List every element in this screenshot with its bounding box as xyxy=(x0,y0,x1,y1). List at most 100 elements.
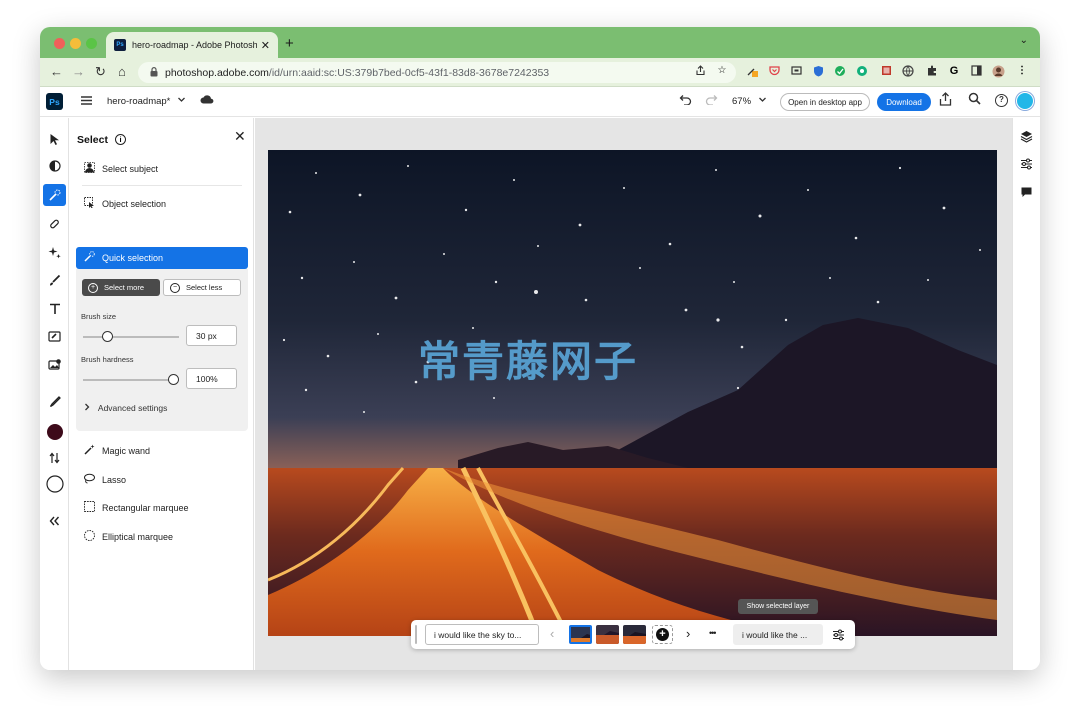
road-at-dusk-image xyxy=(268,150,997,636)
book-icon[interactable] xyxy=(880,65,892,77)
zoom-level[interactable]: 67% xyxy=(732,96,751,107)
lasso-item[interactable]: Lasso xyxy=(76,469,248,490)
variation-thumbnail[interactable] xyxy=(569,625,592,644)
quick-selection-item[interactable]: Quick selection xyxy=(76,247,248,269)
chevron-down-icon[interactable] xyxy=(177,95,186,106)
object-selection-label: Object selection xyxy=(102,198,167,209)
brush-hardness-slider[interactable] xyxy=(83,374,179,385)
move-tool-icon[interactable] xyxy=(43,128,66,150)
advanced-settings-toggle[interactable]: Advanced settings xyxy=(84,403,167,413)
globe-icon[interactable] xyxy=(902,65,914,77)
layer-prompt-chip[interactable]: i would like the ... xyxy=(733,624,823,645)
divider xyxy=(82,185,242,186)
close-panel-icon[interactable]: ✕ xyxy=(234,128,246,145)
healing-brush-icon[interactable] xyxy=(43,212,66,234)
home-button[interactable]: ⌂ xyxy=(118,64,126,79)
object-selection-item[interactable]: Object selection xyxy=(76,193,248,214)
share-page-icon[interactable] xyxy=(694,65,706,77)
magic-wand-item[interactable]: Magic wand xyxy=(76,440,248,461)
brush-tool-icon[interactable] xyxy=(43,269,66,291)
add-image-icon[interactable] xyxy=(43,354,66,376)
tab-search-chevron-icon[interactable]: ⌄ xyxy=(1020,35,1028,46)
variation-thumbnail[interactable] xyxy=(596,625,619,644)
close-tab-icon[interactable]: ✕ xyxy=(261,39,270,52)
drag-handle[interactable] xyxy=(415,625,417,644)
undo-icon[interactable] xyxy=(679,93,692,108)
help-icon[interactable]: ? xyxy=(995,94,1008,107)
color-picker-ext-icon[interactable] xyxy=(746,65,758,77)
generative-fill-sparkle-icon[interactable] xyxy=(43,241,66,263)
select-more-button[interactable]: + Select more xyxy=(82,279,160,296)
redo-icon[interactable] xyxy=(705,93,718,108)
brush-size-input[interactable]: 30 px xyxy=(186,325,237,346)
minimize-window-button[interactable] xyxy=(70,38,81,49)
brush-hardness-input[interactable]: 100% xyxy=(186,368,237,389)
type-tool-icon[interactable] xyxy=(43,298,66,320)
previous-variation-chevron-icon[interactable]: ‹ xyxy=(550,626,554,641)
user-avatar[interactable] xyxy=(1016,92,1034,110)
browser-tab[interactable]: Ps hero-roadmap - Adobe Photosho ✕ xyxy=(106,32,278,58)
brush-size-slider-handle[interactable] xyxy=(102,331,113,342)
magic-wand-label: Magic wand xyxy=(102,445,151,456)
brush-size-slider[interactable] xyxy=(83,331,179,342)
shield-icon[interactable] xyxy=(812,65,824,77)
back-button[interactable]: ← xyxy=(50,64,63,79)
swap-colors-icon[interactable] xyxy=(43,447,66,469)
comments-icon[interactable] xyxy=(1020,186,1033,201)
canvas-area: 常青藤网子 xyxy=(255,118,1012,670)
g-extension-icon[interactable]: G xyxy=(948,65,960,77)
maximize-window-button[interactable] xyxy=(86,38,97,49)
download-button[interactable]: Download xyxy=(877,93,931,111)
hamburger-menu-icon[interactable] xyxy=(80,93,93,109)
clone-stamp-icon[interactable] xyxy=(43,326,66,348)
open-in-desktop-button[interactable]: Open in desktop app xyxy=(780,93,870,111)
browser-menu-kebab-icon[interactable]: ⋮ xyxy=(1016,65,1028,77)
quick-selection-tool-icon[interactable] xyxy=(43,184,66,206)
search-icon[interactable] xyxy=(968,92,981,108)
add-variation-button[interactable]: + xyxy=(652,625,673,644)
background-color-swatch[interactable] xyxy=(43,473,66,495)
document-name[interactable]: hero-roadmap* xyxy=(107,96,170,107)
forward-button[interactable]: → xyxy=(72,64,85,79)
reload-button[interactable]: ↻ xyxy=(95,64,106,80)
bookmark-star-icon[interactable]: ☆ xyxy=(716,65,728,77)
select-less-label: Select less xyxy=(186,283,223,292)
close-window-button[interactable] xyxy=(54,38,65,49)
side-panel-icon[interactable] xyxy=(970,65,982,77)
elliptical-marquee-item[interactable]: Elliptical marquee xyxy=(76,526,248,547)
screen-capture-icon[interactable] xyxy=(790,65,802,77)
cloud-sync-icon[interactable] xyxy=(200,93,214,107)
foreground-color-swatch[interactable] xyxy=(43,421,66,443)
profile-avatar-icon[interactable] xyxy=(992,65,1005,78)
document-canvas[interactable]: 常青藤网子 xyxy=(268,150,997,636)
url-input[interactable]: photoshop.adobe.com/id/urn:aaid:sc:US:37… xyxy=(138,62,736,83)
collapse-double-chevron-icon[interactable] xyxy=(43,510,66,532)
brush-hardness-slider-handle[interactable] xyxy=(168,374,179,385)
adjustment-tool-icon[interactable] xyxy=(43,155,66,177)
settings-sliders-icon[interactable] xyxy=(832,628,845,646)
pocket-icon[interactable] xyxy=(768,65,780,77)
extensions-puzzle-icon[interactable] xyxy=(926,65,938,77)
eyedropper-icon[interactable] xyxy=(43,390,66,412)
url-domain: photoshop.adobe.com xyxy=(165,66,269,79)
share-icon[interactable] xyxy=(939,92,952,109)
rectangular-marquee-item[interactable]: Rectangular marquee xyxy=(76,497,248,518)
prompt-input[interactable]: i would like the sky to... xyxy=(425,624,539,645)
select-subject-icon xyxy=(82,161,96,176)
leaf-icon[interactable] xyxy=(834,65,846,77)
grammarly-icon[interactable] xyxy=(856,65,868,77)
new-tab-button[interactable]: + xyxy=(285,35,294,52)
select-subject-item[interactable]: Select subject xyxy=(76,158,248,179)
select-panel: Select i ✕ Select subject Object selecti… xyxy=(70,118,254,670)
next-variation-chevron-icon[interactable]: › xyxy=(686,626,690,641)
plus-circle-icon: + xyxy=(88,282,98,293)
info-icon[interactable]: i xyxy=(115,134,126,145)
zoom-chevron-down-icon[interactable] xyxy=(758,95,767,106)
adjustments-sliders-icon[interactable] xyxy=(1020,158,1033,173)
more-options-icon[interactable]: ••• xyxy=(709,628,717,638)
layers-icon[interactable] xyxy=(1020,130,1033,146)
photoshop-logo[interactable]: Ps xyxy=(46,93,63,110)
select-less-button[interactable]: − Select less xyxy=(163,279,241,296)
variation-thumbnail[interactable] xyxy=(623,625,646,644)
lasso-icon xyxy=(82,473,96,487)
